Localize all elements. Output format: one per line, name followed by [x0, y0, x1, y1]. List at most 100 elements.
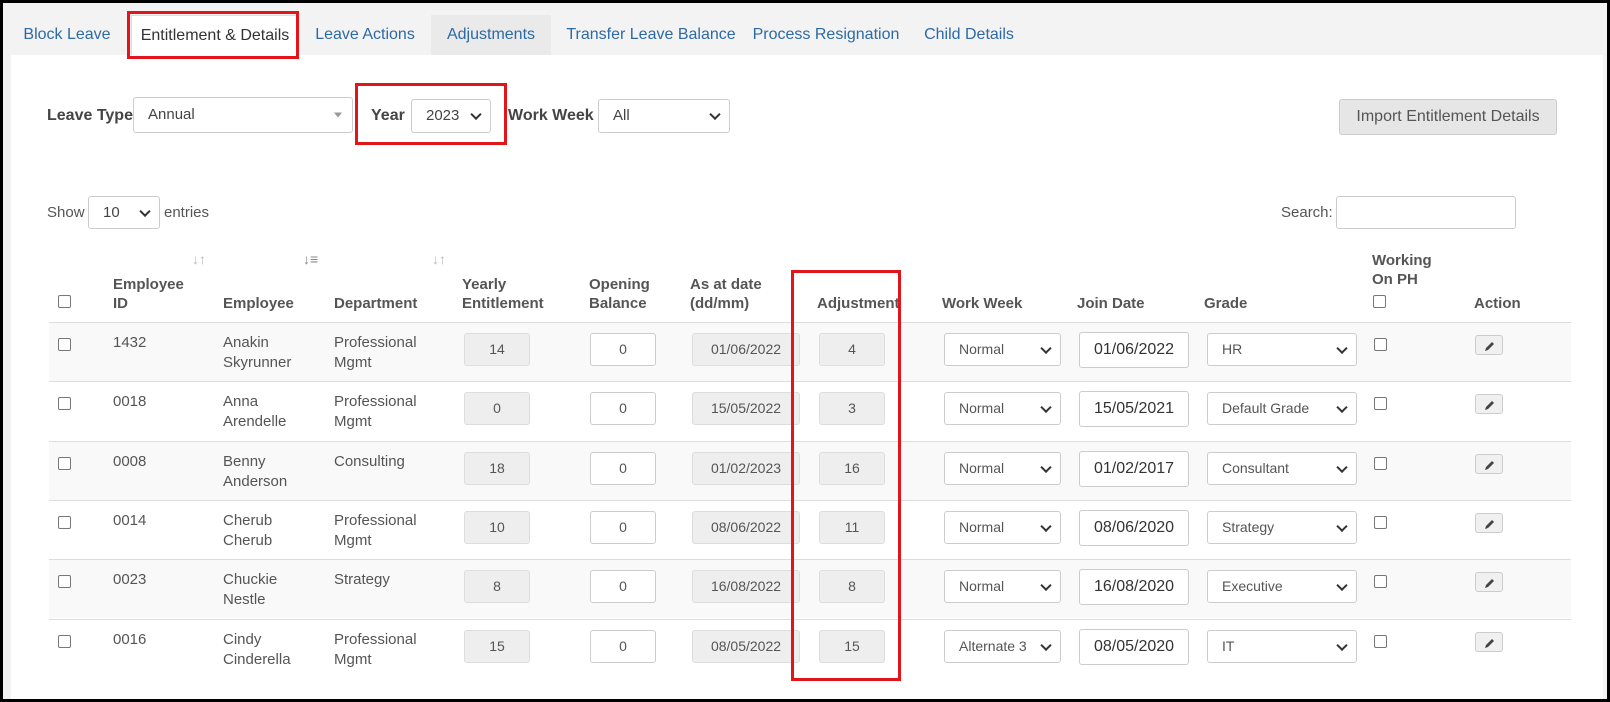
- grade-select[interactable]: Strategy: [1207, 511, 1357, 544]
- pencil-icon: [1485, 579, 1494, 588]
- grade-value: Default Grade: [1222, 400, 1310, 416]
- chevron-down-icon: [1336, 461, 1348, 473]
- employee-id: 0014: [113, 512, 147, 529]
- department-line1: Professional: [334, 631, 417, 648]
- year-select[interactable]: 2023: [411, 99, 491, 133]
- adjustment-field: 15: [819, 630, 885, 663]
- adjustment-field: 11: [819, 511, 885, 544]
- opening-balance-input[interactable]: 0: [590, 333, 656, 366]
- opening-balance-input[interactable]: 0: [590, 511, 656, 544]
- working-on-ph-checkbox[interactable]: [1374, 516, 1387, 529]
- join-date-input[interactable]: 16/08/2020: [1079, 569, 1189, 605]
- working-on-ph-checkbox[interactable]: [1374, 397, 1387, 410]
- tab-child-details[interactable]: Child Details: [919, 15, 1019, 55]
- col-employee-id[interactable]: Employee ID: [113, 275, 184, 313]
- leave-type-select[interactable]: Annual: [133, 97, 353, 133]
- as-at-date-field: 01/06/2022: [692, 333, 800, 366]
- department: Professional Mgmt: [334, 511, 417, 551]
- sort-ascending-icon[interactable]: ↓≡: [303, 251, 318, 267]
- edit-button[interactable]: [1475, 632, 1503, 652]
- tab-block-leave[interactable]: Block Leave: [15, 15, 119, 55]
- join-date-input[interactable]: 01/02/2017: [1079, 451, 1189, 487]
- leave-type-value: Annual: [148, 106, 195, 123]
- search-input[interactable]: [1336, 196, 1516, 229]
- opening-balance-input[interactable]: 0: [590, 392, 656, 425]
- col-work-week: Work Week: [942, 295, 1023, 312]
- chevron-down-icon: [470, 108, 482, 121]
- select-all-checkbox[interactable]: [58, 295, 71, 308]
- working-on-ph-checkbox[interactable]: [1374, 575, 1387, 588]
- edit-button[interactable]: [1475, 513, 1503, 533]
- employee-name: Cherub Cherub: [223, 511, 272, 551]
- work-week-value: Normal: [959, 400, 1005, 416]
- show-label: Show: [47, 204, 85, 221]
- edit-button[interactable]: [1475, 572, 1503, 592]
- opening-balance-input[interactable]: 0: [590, 570, 656, 603]
- import-entitlement-button[interactable]: Import Entitlement Details: [1339, 99, 1557, 135]
- grade-select[interactable]: IT: [1207, 630, 1357, 663]
- col-employee[interactable]: Employee: [223, 294, 294, 313]
- tab-adjustments[interactable]: Adjustments: [431, 15, 551, 55]
- work-week-select[interactable]: Normal: [944, 452, 1061, 485]
- department: Professional Mgmt: [334, 392, 417, 432]
- row-checkbox[interactable]: [58, 635, 71, 648]
- chevron-down-icon: [1040, 461, 1052, 473]
- search-label: Search:: [1281, 204, 1333, 221]
- working-on-ph-checkbox[interactable]: [1374, 457, 1387, 470]
- year-value: 2023: [426, 107, 460, 124]
- tab-leave-actions[interactable]: Leave Actions: [309, 15, 421, 55]
- chevron-down-icon: [1336, 639, 1348, 651]
- grade-select[interactable]: Executive: [1207, 570, 1357, 603]
- chevron-down-icon: [1336, 520, 1348, 532]
- working-on-ph-checkbox[interactable]: [1374, 635, 1387, 648]
- work-week-select[interactable]: Alternate 3: [944, 630, 1061, 663]
- pencil-icon: [1485, 342, 1494, 351]
- opening-balance-input[interactable]: 0: [590, 630, 656, 663]
- col-department[interactable]: Department: [334, 294, 417, 313]
- row-checkbox[interactable]: [58, 516, 71, 529]
- join-date-input[interactable]: 08/06/2020: [1079, 510, 1189, 546]
- row-checkbox[interactable]: [58, 457, 71, 470]
- grade-value: HR: [1222, 341, 1243, 357]
- col-employee-id-line2: ID: [113, 295, 128, 312]
- employee-first-name: Benny: [223, 453, 266, 470]
- join-date-input[interactable]: 15/05/2021: [1079, 391, 1189, 427]
- row-checkbox[interactable]: [58, 397, 71, 410]
- employee-last-name: Nestle: [223, 591, 266, 608]
- work-week-select[interactable]: Normal: [944, 570, 1061, 603]
- grade-value: Executive: [1222, 578, 1283, 594]
- edit-button[interactable]: [1475, 335, 1503, 355]
- entries-value: 10: [103, 204, 120, 221]
- row-checkbox[interactable]: [58, 338, 71, 351]
- entries-label: entries: [164, 204, 210, 221]
- sort-icon[interactable]: ↓↑: [432, 251, 446, 267]
- tab-entitlement-details[interactable]: Entitlement & Details: [131, 15, 299, 55]
- edit-button[interactable]: [1475, 394, 1503, 414]
- work-week-filter-select[interactable]: All: [598, 99, 730, 133]
- sort-icon[interactable]: ↓↑: [192, 251, 206, 267]
- year-label: Year: [371, 107, 405, 124]
- work-week-select[interactable]: Normal: [944, 392, 1061, 425]
- work-week-select[interactable]: Normal: [944, 511, 1061, 544]
- join-date-input[interactable]: 08/05/2020: [1079, 629, 1189, 665]
- tab-transfer-leave-balance[interactable]: Transfer Leave Balance: [561, 15, 741, 55]
- grade-select[interactable]: HR: [1207, 333, 1357, 366]
- department-line2: Mgmt: [334, 651, 372, 668]
- employee-first-name: Anakin: [223, 334, 269, 351]
- table-row: 0008 Benny Anderson Consulting 18 0 01/02/2023…: [49, 441, 1571, 500]
- working-on-ph-checkbox[interactable]: [1374, 338, 1387, 351]
- work-week-select[interactable]: Normal: [944, 333, 1061, 366]
- join-date-input[interactable]: 01/06/2022: [1079, 332, 1189, 368]
- work-week-filter-value: All: [613, 107, 630, 124]
- pencil-icon: [1485, 461, 1494, 470]
- employee-name: Cindy Cinderella: [223, 630, 291, 670]
- grade-select[interactable]: Default Grade: [1207, 392, 1357, 425]
- col-opening-balance: Opening Balance: [589, 275, 650, 313]
- tab-process-resignation[interactable]: Process Resignation: [751, 15, 901, 55]
- working-on-ph-all-checkbox[interactable]: [1373, 295, 1386, 308]
- row-checkbox[interactable]: [58, 575, 71, 588]
- entries-select[interactable]: 10: [88, 196, 160, 229]
- edit-button[interactable]: [1475, 454, 1503, 474]
- opening-balance-input[interactable]: 0: [590, 452, 656, 485]
- grade-select[interactable]: Consultant: [1207, 452, 1357, 485]
